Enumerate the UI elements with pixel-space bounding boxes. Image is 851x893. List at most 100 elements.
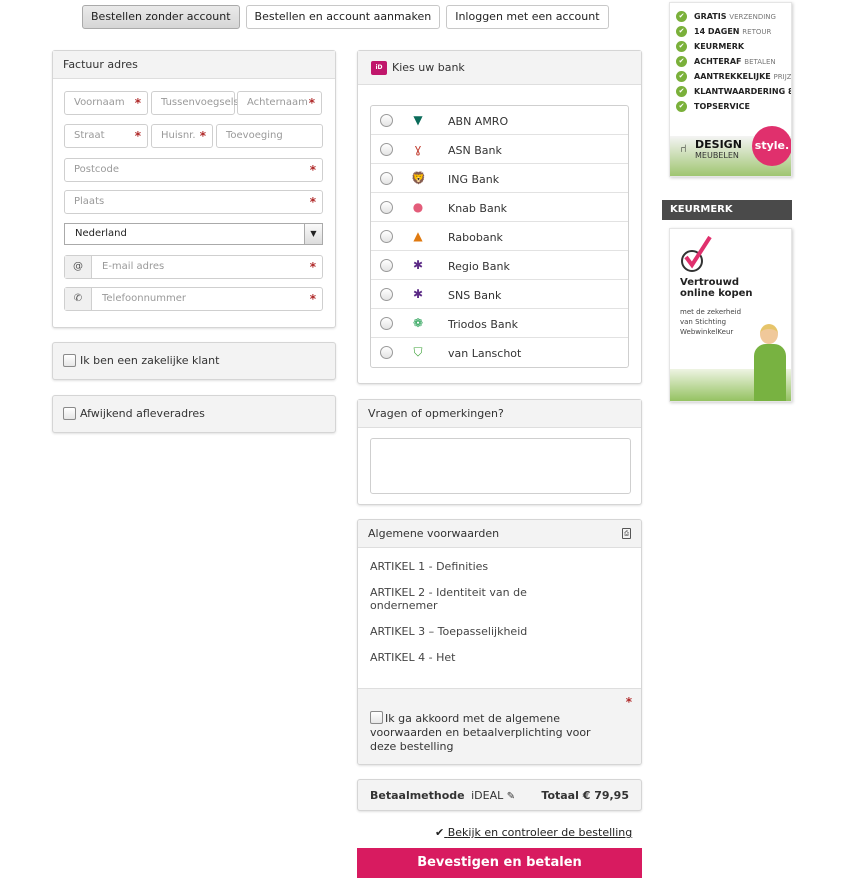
straat-field[interactable]: Straat * <box>64 124 148 148</box>
huisnr-placeholder: Huisnr. <box>161 130 196 141</box>
tab-account-aanmaken[interactable]: Bestellen en account aanmaken <box>245 5 441 29</box>
bank-option[interactable]: ❁ Triodos Bank <box>371 309 628 338</box>
plaats-field[interactable]: Plaats * <box>64 190 323 214</box>
toevoeging-field[interactable]: Toevoeging <box>216 124 323 148</box>
tussenvoegsels-field[interactable]: Tussenvoegsels <box>151 91 239 115</box>
postcode-field[interactable]: Postcode * <box>64 158 323 182</box>
at-icon: @ <box>65 256 92 278</box>
afwijkend-label: Afwijkend afleveradres <box>80 407 205 420</box>
woman-head <box>760 324 778 344</box>
totaal-amount: Totaal € 79,95 <box>541 789 629 802</box>
bekijk-bestelling-link[interactable]: ✔ Bekijk en controleer de bestelling <box>435 826 632 839</box>
keur-title: Vertrouwd online kopen <box>680 277 753 299</box>
afwijkend-option[interactable]: Afwijkend afleveradres <box>63 407 205 420</box>
usp-sub: RETOUR <box>742 28 772 36</box>
voorwaarden-article: ARTIKEL 3 – Toepasselijkheid <box>370 625 528 638</box>
bank-logo-icon: ❁ <box>412 316 424 330</box>
zakelijk-panel: Ik ben een zakelijke klant <box>52 342 336 380</box>
bank-option[interactable]: ✱ SNS Bank <box>371 280 628 309</box>
required-marker: * <box>134 96 141 110</box>
bank-name: Regio Bank <box>448 260 510 273</box>
bank-logo-icon: ✱ <box>412 287 424 301</box>
bank-radio[interactable] <box>380 143 393 156</box>
usp-main: ACHTERAF <box>694 57 742 66</box>
checkmark-icon: ✔ <box>435 826 445 839</box>
check-icon: ✔ <box>676 71 687 82</box>
plaats-placeholder: Plaats <box>74 196 105 207</box>
bank-radio[interactable] <box>380 230 393 243</box>
order-summary: Betaalmethode iDEAL ✎ Totaal € 79,95 <box>357 779 642 811</box>
tussenvoegsels-placeholder: Tussenvoegsels <box>161 97 239 108</box>
check-icon: ✔ <box>676 26 687 37</box>
edit-icon[interactable]: ✎ <box>507 791 515 802</box>
bank-radio[interactable] <box>380 114 393 127</box>
brand-design: DESIGN <box>695 138 742 151</box>
usp-main: TOPSERVICE <box>694 102 751 111</box>
afwijkend-panel: Afwijkend afleveradres <box>52 395 336 433</box>
voorwaarden-article: ARTIKEL 4 - Het <box>370 651 456 664</box>
achternaam-placeholder: Achternaam <box>247 97 308 108</box>
bank-radio[interactable] <box>380 317 393 330</box>
akkoord-checkbox[interactable] <box>370 711 383 724</box>
check-icon: ✔ <box>676 56 687 67</box>
woman-body <box>754 344 786 401</box>
chair-icon: ⑁ <box>680 142 687 155</box>
pdf-icon[interactable]: ⎙ <box>622 528 631 539</box>
keurmerk-banner[interactable]: Vertrouwd online kopen met de zekerheid … <box>669 228 792 402</box>
bekijk-bestelling-label: Bekijk en controleer de bestelling <box>447 826 633 839</box>
huisnr-field[interactable]: Huisnr. * <box>151 124 213 148</box>
bank-panel-header: iD Kies uw bank <box>358 51 641 85</box>
bank-radio[interactable] <box>380 259 393 272</box>
tab-inloggen[interactable]: Inloggen met een account <box>446 5 609 29</box>
usp-main: KEURMERK <box>694 42 745 51</box>
usp-main: AANTREKKELIJKE <box>694 72 771 81</box>
check-icon: ✔ <box>676 41 687 52</box>
bank-logo-icon: ▲ <box>413 229 423 243</box>
bank-option[interactable]: ɣ ASN Bank <box>371 135 628 164</box>
bank-logo-icon: ● <box>412 200 424 214</box>
usp-banner[interactable]: ✔ GRATIS VERZENDING ✔ 14 DAGEN RETOUR ✔ KEURM… <box>669 2 792 177</box>
bank-panel: iD Kies uw bank ▼ ABN AMRO ɣ ASN Bank 🦁 ING B… <box>357 50 642 384</box>
zakelijk-option[interactable]: Ik ben een zakelijke klant <box>63 354 219 367</box>
required-marker: * <box>309 163 316 177</box>
usp-list: ✔ GRATIS VERZENDING ✔ 14 DAGEN RETOUR ✔ KEURM… <box>670 3 791 116</box>
voorwaarden-panel: Algemene voorwaarden ⎙ ARTIKEL 1 - Defin… <box>357 519 642 765</box>
bank-radio[interactable] <box>380 201 393 214</box>
bank-logo-icon: ɣ <box>414 142 422 156</box>
akkoord-label: Ik ga akkoord met de algemene voorwaarde… <box>370 712 591 753</box>
keur-sub-1: met de zekerheid <box>680 308 742 316</box>
bank-option[interactable]: ● Knab Bank <box>371 193 628 222</box>
vragen-panel: Vragen of opmerkingen? <box>357 399 642 505</box>
telefoon-field[interactable]: ✆ Telefoonnummer * <box>64 287 323 311</box>
usp-main: KLANTWAARDERING 8+ <box>694 87 792 96</box>
opmerkingen-textarea[interactable] <box>370 438 631 494</box>
bank-option[interactable]: ▲ Rabobank <box>371 222 628 251</box>
bank-radio[interactable] <box>380 288 393 301</box>
afwijkend-checkbox[interactable] <box>63 407 76 420</box>
email-field[interactable]: @ E-mail adres * <box>64 255 323 279</box>
zakelijk-checkbox[interactable] <box>63 354 76 367</box>
land-select[interactable]: Nederland ▼ <box>64 223 323 245</box>
bank-option[interactable]: 🦁 ING Bank <box>371 164 628 193</box>
ideal-icon: iD <box>371 61 387 75</box>
achternaam-field[interactable]: Achternaam * <box>237 91 322 115</box>
bank-radio[interactable] <box>380 172 393 185</box>
bank-name: Triodos Bank <box>448 318 518 331</box>
required-marker: * <box>308 96 315 110</box>
bank-option[interactable]: ✱ Regio Bank <box>371 251 628 280</box>
voornaam-field[interactable]: Voornaam * <box>64 91 148 115</box>
tab-bestellen-zonder-account[interactable]: Bestellen zonder account <box>82 5 240 29</box>
toevoeging-placeholder: Toevoeging <box>226 130 283 141</box>
woman-illustration <box>750 324 790 401</box>
bank-radio[interactable] <box>380 346 393 359</box>
usp-item: ✔ 14 DAGEN RETOUR <box>670 26 791 41</box>
bevestigen-button[interactable]: Bevestigen en betalen <box>357 848 642 878</box>
keurmerk-heading: KEURMERK <box>662 200 792 220</box>
bank-option[interactable]: ⛉ van Lanschot <box>371 338 628 367</box>
bank-logo-icon: ⛉ <box>413 345 423 359</box>
usp-item: ✔ AANTREKKELIJKE PRIJZEN <box>670 71 791 86</box>
bank-option[interactable]: ▼ ABN AMRO <box>371 106 628 135</box>
bank-logo-icon: ✱ <box>412 258 424 272</box>
akkoord-option[interactable]: Ik ga akkoord met de algemene voorwaarde… <box>370 711 620 754</box>
straat-placeholder: Straat <box>74 130 105 141</box>
